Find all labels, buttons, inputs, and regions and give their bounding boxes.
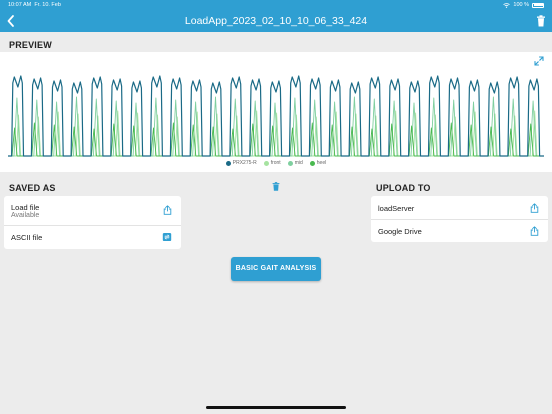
chart-legend: PRX275-R front mid heel	[0, 160, 552, 166]
wifi-icon	[503, 2, 511, 8]
status-time: 10:07 AM	[8, 2, 32, 8]
preview-title: PREVIEW	[9, 40, 52, 50]
legend-item: heel	[309, 160, 327, 166]
series-line-mid	[8, 96, 544, 157]
legend-swatch	[225, 160, 231, 166]
legend-item: front	[263, 160, 281, 166]
google-drive-row[interactable]: Google Drive	[371, 220, 548, 242]
preview-chart-panel	[0, 52, 552, 172]
upload-to-title: UPLOAD TO	[376, 183, 431, 193]
load-file-row[interactable]: Load file Available	[4, 196, 181, 225]
share-icon[interactable]	[163, 205, 172, 215]
battery-percent: 100 %	[513, 2, 529, 8]
saved-as-title: SAVED AS	[9, 183, 56, 193]
legend-label: heel	[316, 160, 327, 166]
saved-as-card: Load file Available ASCII file	[4, 196, 181, 249]
upload-to-card: loadServer Google Drive	[371, 196, 548, 242]
home-indicator[interactable]	[206, 406, 346, 409]
load-file-status: Available	[11, 212, 40, 219]
status-indicators: 100 %	[503, 2, 544, 8]
convert-icon[interactable]	[162, 232, 172, 242]
legend-swatch	[263, 160, 269, 166]
basic-gait-analysis-button[interactable]: BASIC GAIT ANALYSIS	[231, 257, 321, 281]
upload-icon[interactable]	[530, 203, 539, 213]
legend-swatch	[309, 160, 315, 166]
nav-bar: LoadApp_2023_02_10_10_06_33_424	[0, 10, 552, 32]
legend-label: PRX275-R	[232, 160, 257, 166]
ascii-file-row[interactable]: ASCII file	[4, 226, 181, 249]
legend-swatch	[287, 160, 293, 166]
ascii-file-label: ASCII file	[11, 233, 43, 242]
preview-chart	[8, 75, 544, 157]
load-file-label: Load file	[11, 203, 40, 212]
status-bar: 10:07 AM Fr. 10. Feb 100 %	[0, 0, 552, 10]
upload-icon[interactable]	[530, 226, 539, 236]
legend-item: PRX275-R	[225, 160, 257, 166]
delete-saved-icon[interactable]	[272, 182, 280, 191]
legend-label: front	[270, 160, 281, 166]
legend-label: mid	[294, 160, 303, 166]
status-date: Fr. 10. Feb	[34, 2, 61, 8]
load-server-row[interactable]: loadServer	[371, 196, 548, 219]
load-server-label: loadServer	[378, 204, 415, 213]
page-title: LoadApp_2023_02_10_10_06_33_424	[184, 15, 368, 27]
legend-item: mid	[287, 160, 303, 166]
google-drive-label: Google Drive	[378, 227, 422, 236]
delete-icon[interactable]	[536, 15, 546, 27]
battery-icon	[532, 2, 544, 8]
status-time-date: 10:07 AM Fr. 10. Feb	[8, 2, 61, 8]
